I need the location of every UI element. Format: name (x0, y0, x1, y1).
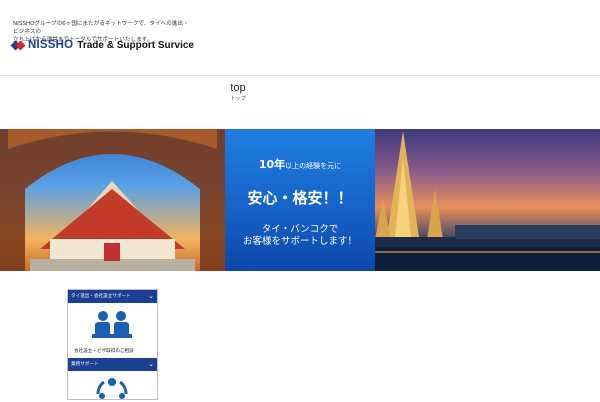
chevron-down-icon: ⌄ (148, 292, 154, 300)
site-header: NISSHOグループの6ヶ国にまたがるネットワークで、タイへの進出・ビジネスの … (0, 0, 600, 76)
banner-line-experience: 10年以上の経験を元に (225, 156, 375, 172)
logo-subtitle: Trade & Support Survice (77, 39, 194, 51)
wat-arun-photo (375, 129, 600, 271)
nav-item-top[interactable]: top トップ (218, 82, 258, 102)
sidebar-item-label: タイ進出・会社設立サポート (71, 294, 131, 299)
temple-illustration (0, 129, 225, 271)
logo-name: NISSHO (28, 39, 74, 51)
banner-headline: 安心・格安！！ (247, 189, 353, 207)
banner-support-text: タイ・バンコクで お客様をサポートします！ (225, 224, 375, 248)
banner-support-line-1: タイ・バンコクで (261, 224, 339, 235)
logo-mark-icon (10, 39, 26, 52)
service-sidebar: タイ進出・会社設立サポート ⌄ 会社設立・ビザ取得のご相談 業務サポート ⌄ (67, 289, 158, 400)
sidebar-item-business-support[interactable]: 業務サポート ⌄ (68, 358, 157, 371)
temple-photo (0, 129, 225, 271)
sidebar-item-label: 業務サポート (71, 362, 99, 367)
banner-support-line-2: お客様をサポートします！ (242, 236, 357, 247)
banner-message-panel: 10年以上の経験を元に 安心・格安！！ タイ・バンコクで お客様をサポートします… (225, 129, 375, 271)
chevron-down-icon: ⌄ (148, 360, 154, 368)
banner-years: 10年 (258, 158, 286, 171)
banner-experience-text: 以上の経験を元に (285, 162, 342, 170)
tagline-line-1: NISSHOグループの6ヶ国にまたがるネットワークで、タイへの進出・ビジネスの (13, 21, 189, 35)
site-logo[interactable]: NISSHO Trade & Support Survice (10, 37, 194, 53)
nav-item-label: top (230, 82, 246, 94)
nav-item-sublabel: トップ (230, 96, 246, 102)
team-cycle-icon (96, 378, 128, 399)
night-temple-illustration (375, 131, 600, 271)
hero-banner: 10年以上の経験を元に 安心・格安！！ タイ・バンコクで お客様をサポートします… (0, 129, 600, 271)
business-meeting-icon (92, 311, 132, 338)
sidebar-item-setup[interactable]: タイ進出・会社設立サポート ⌄ (68, 290, 157, 303)
sidebar-item-consult[interactable]: 会社設立・ビザ取得のご相談 (74, 348, 134, 354)
